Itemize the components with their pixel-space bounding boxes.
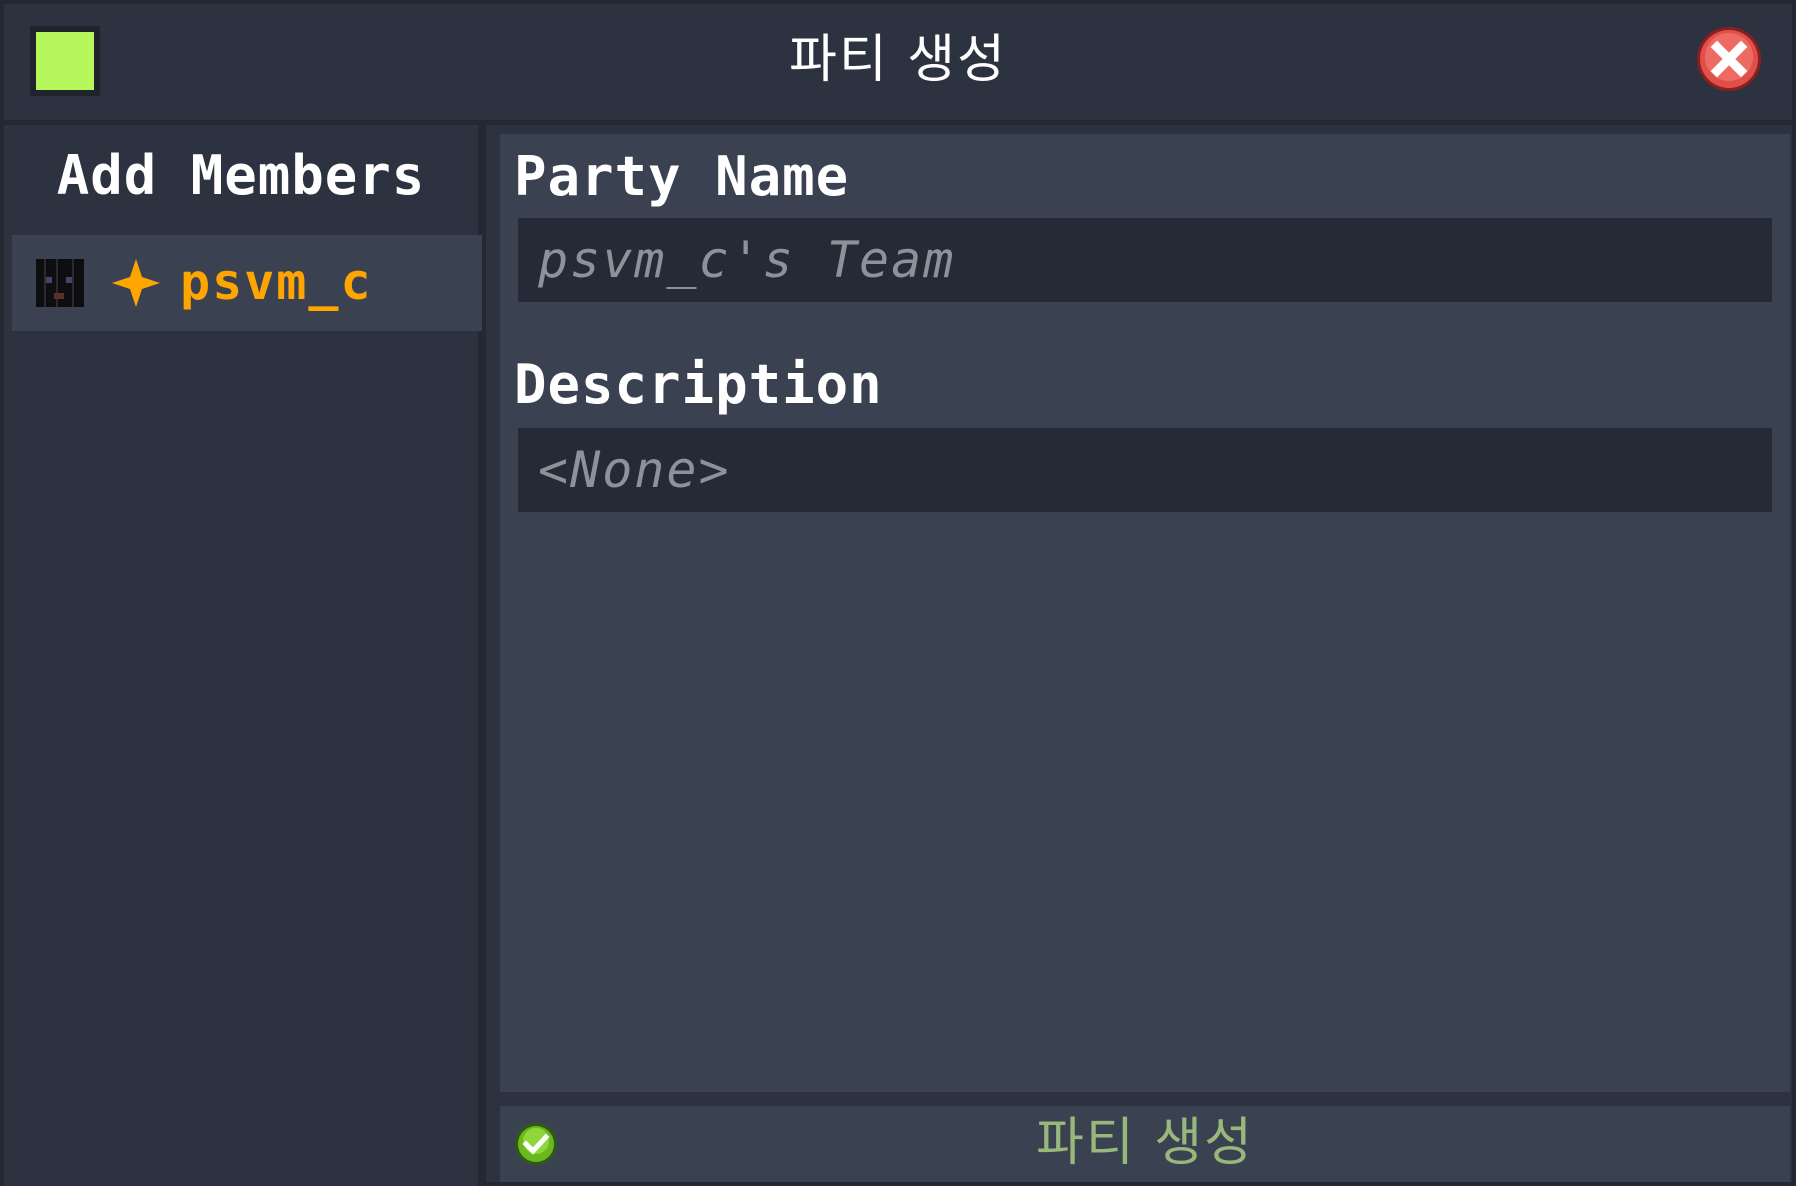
- description-label: Description: [514, 353, 883, 416]
- window-title: 파티 생성: [789, 30, 1007, 90]
- add-members-heading: Add Members: [56, 144, 426, 207]
- create-party-window: 파티 생성 Add Members psvm_c Party Name psvm…: [0, 0, 1796, 1186]
- party-name-label: Party Name: [514, 145, 850, 208]
- close-icon: [1697, 27, 1761, 91]
- description-input[interactable]: [518, 428, 1772, 512]
- party-name-input[interactable]: [518, 218, 1772, 302]
- member-name: psvm_c: [180, 253, 373, 311]
- create-party-button[interactable]: 파티 생성: [500, 1106, 1790, 1182]
- close-button[interactable]: [1694, 24, 1764, 94]
- leader-star-icon: [112, 259, 160, 307]
- party-form: Party Name Description: [500, 134, 1790, 1092]
- member-list-item[interactable]: psvm_c: [12, 235, 482, 331]
- create-party-label: 파티 생성: [1036, 1113, 1254, 1173]
- title-bar: 파티 생성: [4, 4, 1792, 125]
- player-avatar: [36, 259, 84, 307]
- members-panel: Add Members psvm_c: [4, 125, 486, 1186]
